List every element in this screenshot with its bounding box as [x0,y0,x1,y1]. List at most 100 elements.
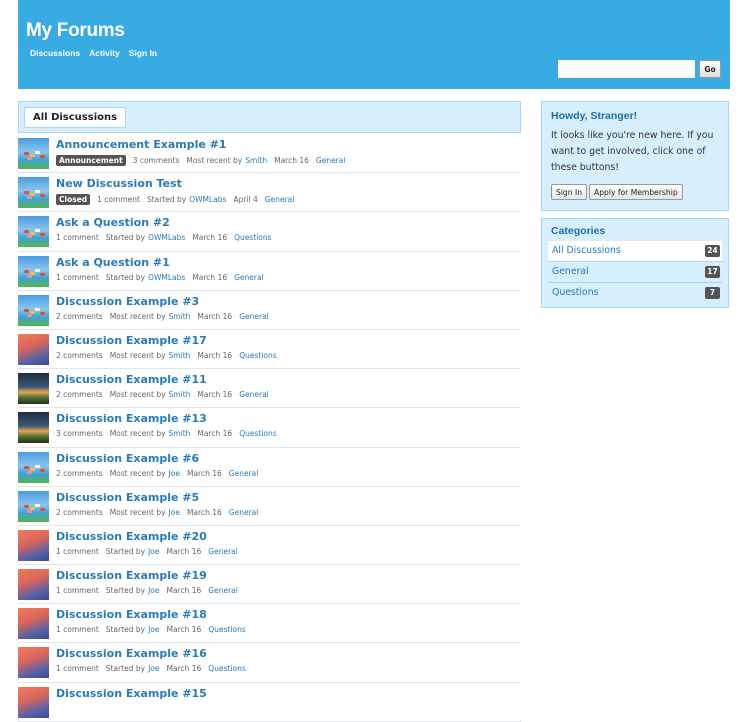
discussion-category-link[interactable]: General [208,547,238,556]
author-link[interactable]: Smith [169,429,191,438]
discussion-title-link[interactable]: Ask a Question #1 [56,256,170,269]
author-prefix: Started by [105,664,146,674]
author-link[interactable]: Smith [169,390,191,399]
discussion-title-link[interactable]: Discussion Example #17 [56,334,207,347]
user-avatar[interactable] [18,647,49,679]
user-avatar[interactable] [18,529,49,561]
discussion-title-link[interactable]: Discussion Example #5 [56,491,199,504]
howdy-text: It looks like you're new here. If you wa… [551,130,714,173]
discussion-title-link[interactable]: New Discussion Test [56,177,182,190]
discussion-title-link[interactable]: Discussion Example #15 [56,687,207,700]
discussion-row: Discussion Example #20 1 comment Started b… [18,526,521,566]
discussion-category-link[interactable]: Questions [208,625,245,634]
nav-discussions[interactable]: Discussions [30,48,80,58]
discussion-category-link[interactable]: General [234,273,264,282]
user-avatar[interactable] [18,333,49,365]
author-link[interactable]: Joe [169,508,180,517]
discussion-category-link[interactable]: General [239,312,269,321]
discussion-date: March 16 [166,586,202,596]
discussion-date: March 16 [186,468,222,478]
comment-count: 1 comment [56,664,99,674]
discussion-meta: 1 comment Started by Joe March 16 General [56,547,245,556]
discussion-list: Announcement Example #1 Announcement 3 com… [18,134,521,722]
discussion-title-link[interactable]: Discussion Example #13 [56,412,207,425]
user-avatar[interactable] [18,412,49,444]
category-name[interactable]: Questions [552,287,598,298]
discussion-title-link[interactable]: Discussion Example #18 [56,608,207,621]
howdy-title: Howdy, Stranger! [551,110,638,122]
categories-title: Categories [551,225,606,237]
author-link[interactable]: OWMLabs [148,273,185,282]
tab-all-discussions[interactable]: All Discussions [24,107,127,128]
discussion-row: Announcement Example #1 Announcement 3 com… [18,134,521,174]
author-link[interactable]: Smith [169,312,191,321]
author-link[interactable]: Joe [148,625,159,634]
user-avatar[interactable] [18,451,49,483]
user-avatar[interactable] [18,686,49,718]
discussion-author: Most recent by Joe [110,508,180,517]
category-name[interactable]: General [552,266,589,277]
user-avatar[interactable] [18,490,49,522]
user-avatar[interactable] [18,216,49,248]
category-item-all-discussions[interactable]: All Discussions 24 [548,241,722,262]
user-avatar[interactable] [18,373,49,405]
comment-count: 2 comments [56,350,103,360]
discussion-category-link[interactable]: General [229,469,259,478]
category-item-general[interactable]: General 17 [548,262,722,283]
user-avatar[interactable] [18,569,49,601]
author-link[interactable]: Joe [148,547,159,556]
author-prefix: Most recent by [109,468,166,478]
discussion-title-link[interactable]: Discussion Example #20 [56,530,207,543]
author-link[interactable]: Joe [148,586,159,595]
author-link[interactable]: Smith [245,156,267,165]
discussion-category-link[interactable]: Questions [208,664,245,673]
discussion-category-link[interactable]: General [316,156,346,165]
discussion-title-link[interactable]: Announcement Example #1 [56,138,227,151]
discussion-title-link[interactable]: Discussion Example #11 [56,373,207,386]
discussion-category-link[interactable]: Questions [239,429,276,438]
user-avatar[interactable] [18,138,49,169]
user-avatar[interactable] [18,294,49,326]
author-link[interactable]: OWMLabs [189,195,226,204]
discussion-category-link[interactable]: Questions [234,233,271,242]
discussion-title-link[interactable]: Discussion Example #6 [56,452,199,465]
user-avatar[interactable] [18,255,49,287]
user-avatar[interactable] [18,177,49,209]
discussion-meta: Announcement 3 comments Most recent by Smit… [56,155,352,166]
search-go-button[interactable]: Go [699,60,721,78]
discussion-title-link[interactable]: Ask a Question #2 [56,216,170,229]
discussion-row: Discussion Example #17 2 comments Most rec… [18,330,521,370]
category-item-questions[interactable]: Questions 7 [548,283,722,304]
discussion-row: Discussion Example #11 2 comments Most rec… [18,369,521,409]
author-prefix: Most recent by [109,507,166,517]
author-prefix: Most recent by [109,429,166,439]
sign-in-button[interactable]: Sign In [551,184,588,200]
discussion-title-link[interactable]: Discussion Example #19 [56,569,207,582]
discussion-category-link[interactable]: General [239,390,269,399]
author-link[interactable]: Joe [169,469,180,478]
discussion-category-link[interactable]: Questions [239,351,276,360]
author-link[interactable]: Joe [148,664,159,673]
discussion-date: March 16 [197,350,233,360]
discussion-author: Most recent by Smith [186,156,267,165]
discussion-title-link[interactable]: Discussion Example #16 [56,647,207,660]
discussion-category-link[interactable]: General [208,586,238,595]
discussion-title-link[interactable]: Discussion Example #3 [56,295,199,308]
apply-membership-button[interactable]: Apply for Membership [589,184,683,200]
category-name[interactable]: All Discussions [552,245,621,256]
nav-sign-in[interactable]: Sign In [129,48,157,58]
discussion-category-link[interactable]: General [265,195,295,204]
discussion-author: Started by Joe [106,625,160,634]
site-title-link[interactable]: My Forums [26,20,125,42]
discussion-meta: 1 comment Started by Joe March 16 Questions [56,625,253,634]
author-link[interactable]: Smith [169,351,191,360]
discussion-author: Started by Joe [106,547,160,556]
discussion-category-link[interactable]: General [229,508,259,517]
comment-count: 1 comment [97,195,140,205]
user-avatar[interactable] [18,608,49,640]
nav-activity[interactable]: Activity [89,48,120,58]
discussion-author: Most recent by Smith [110,351,191,360]
author-link[interactable]: OWMLabs [148,233,185,242]
search-input[interactable] [558,60,695,78]
comment-count: 2 comments [56,311,103,321]
